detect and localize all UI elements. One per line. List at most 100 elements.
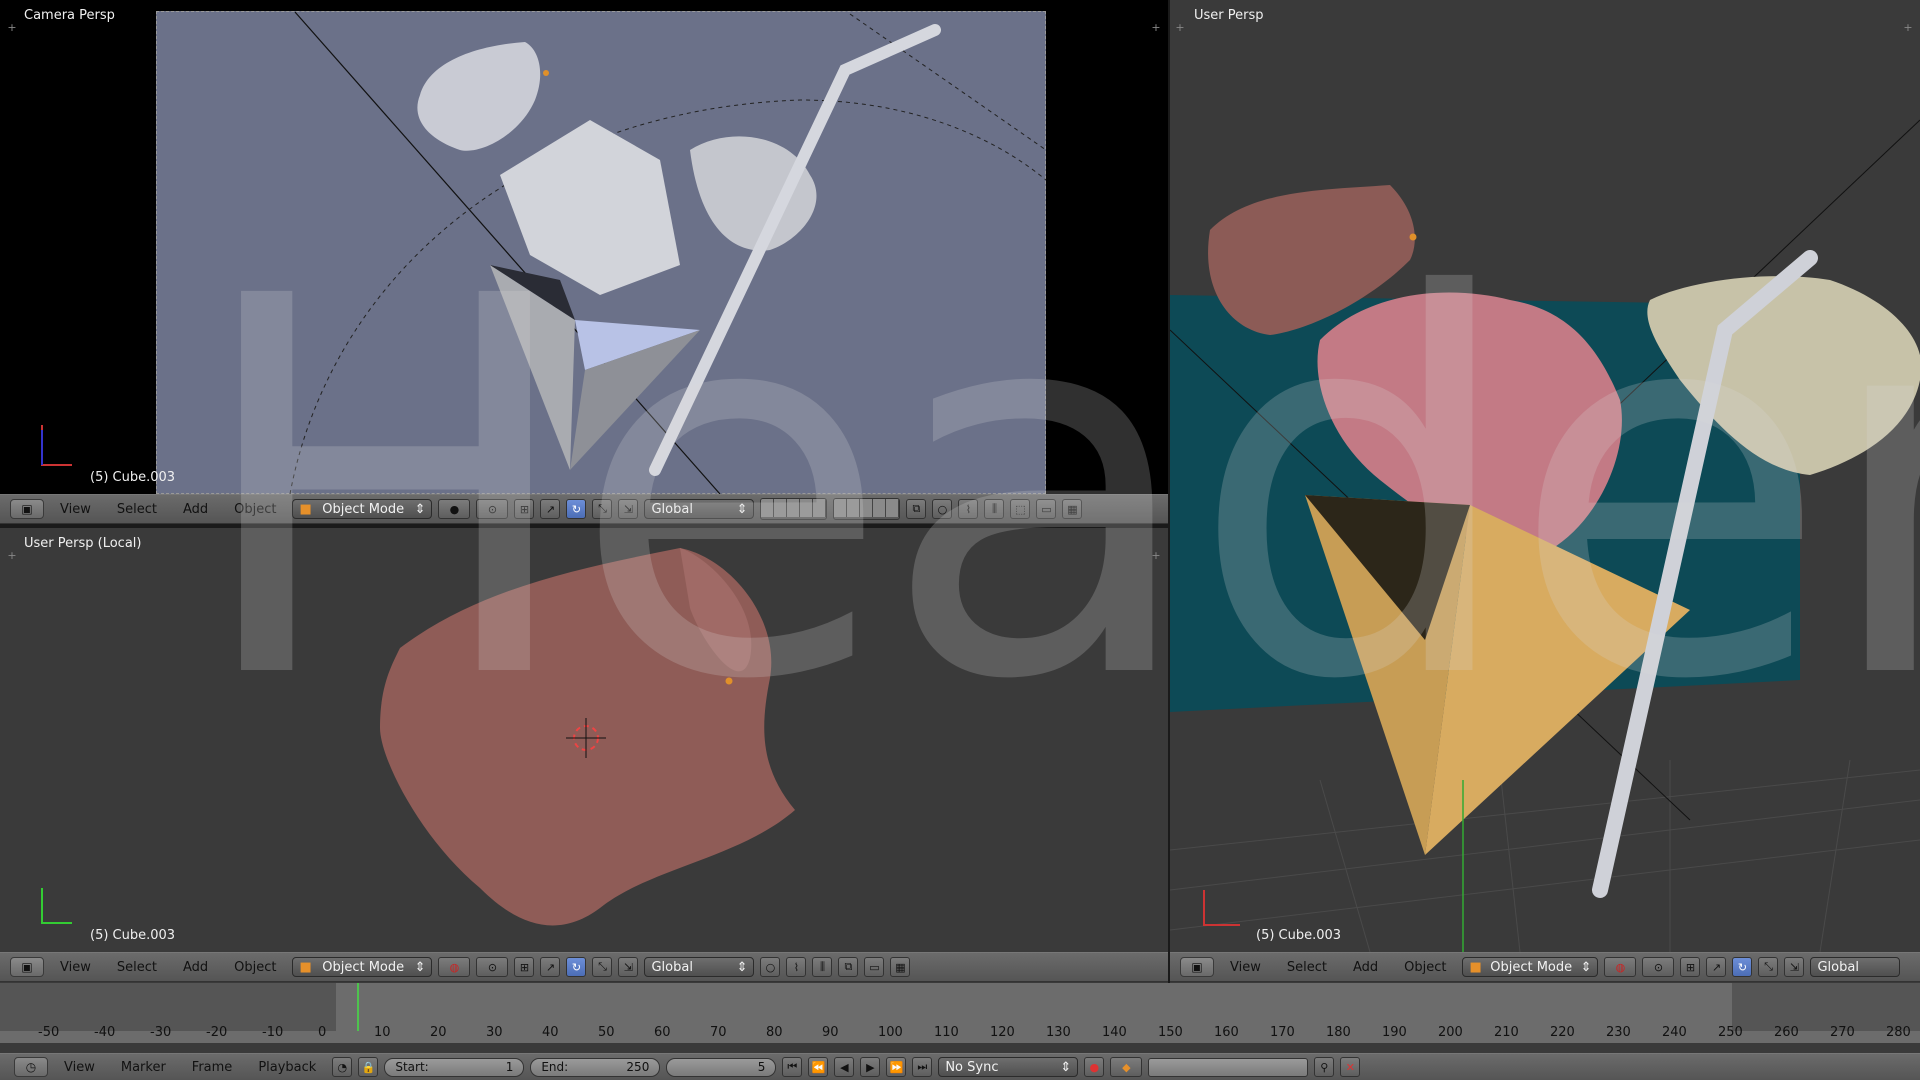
menu-select[interactable]: Select <box>107 502 167 517</box>
move-icon[interactable]: ⇲ <box>1784 957 1805 977</box>
snap-element-icon[interactable]: ⫼ <box>812 957 833 977</box>
corner-plus-icon[interactable]: + <box>1150 550 1162 562</box>
snap-element-icon[interactable]: ⫼ <box>984 499 1005 519</box>
camera-icon[interactable]: ▭ <box>1036 499 1057 519</box>
timeline[interactable]: -50 -40 -30 -20 -10 0 10 20 30 40 50 60 70 80 90 100 110… <box>0 983 1920 1043</box>
corner-plus-icon[interactable]: + <box>1174 22 1186 34</box>
orientation-dropdown[interactable]: Global ⇕ <box>644 957 755 977</box>
camera-viewport[interactable]: Camera Persp (5) Cube.003 + + <box>0 0 1168 494</box>
start-frame-field[interactable]: Start: 1 <box>384 1057 525 1077</box>
record-icon[interactable]: ● <box>1084 1057 1105 1077</box>
next-keyframe-icon[interactable]: ⏩ <box>886 1057 907 1077</box>
end-frame-field[interactable]: End: 250 <box>530 1057 661 1077</box>
pivot-dropdown[interactable]: ⊙ <box>476 957 509 977</box>
rotate-icon[interactable]: ↻ <box>1732 957 1753 977</box>
scale-icon[interactable]: ⤡ <box>1758 957 1779 977</box>
proportional-edit-icon[interactable]: ○ <box>932 499 953 519</box>
pivot-dropdown[interactable]: ⊙ <box>1642 957 1675 977</box>
keying-set-icon[interactable]: ◆ <box>1110 1057 1143 1077</box>
menu-marker[interactable]: Marker <box>111 1060 176 1075</box>
timeline-tick-label: 180 <box>1326 1025 1351 1040</box>
timeline-tick-label: 0 <box>318 1025 327 1040</box>
timeline-tick-label: 160 <box>1214 1025 1239 1040</box>
layer-buttons[interactable] <box>760 498 828 520</box>
mode-dropdown[interactable]: ■ Object Mode ⇕ <box>292 499 433 519</box>
render-icon[interactable]: ⬚ <box>1010 499 1031 519</box>
play-reverse-icon[interactable]: ◀ <box>834 1057 855 1077</box>
corner-plus-icon[interactable]: + <box>1150 22 1162 34</box>
layer-buttons[interactable] <box>833 498 901 520</box>
jump-start-icon[interactable]: ⏮ <box>782 1057 803 1077</box>
translate-icon[interactable]: ↗ <box>540 499 561 519</box>
play-icon[interactable]: ▶ <box>860 1057 881 1077</box>
current-frame-field[interactable]: 5 <box>666 1057 777 1077</box>
delete-keyframe-icon[interactable]: ✕ <box>1340 1057 1361 1077</box>
insert-keyframe-icon[interactable]: ⚲ <box>1314 1057 1335 1077</box>
sync-dropdown[interactable]: No Sync ⇕ <box>938 1057 1079 1077</box>
editor-type-button[interactable]: ▣ <box>1180 957 1214 977</box>
clock-icon[interactable]: ◔ <box>332 1057 353 1077</box>
scale-icon[interactable]: ⤡ <box>592 957 613 977</box>
snap-icon[interactable]: ⌇ <box>958 499 979 519</box>
active-object-label: (5) Cube.003 <box>1256 928 1342 943</box>
jump-end-icon[interactable]: ⏭ <box>912 1057 933 1077</box>
menu-add[interactable]: Add <box>1343 960 1388 975</box>
camera-icon[interactable]: ▭ <box>864 957 885 977</box>
translate-icon[interactable]: ↗ <box>1706 957 1727 977</box>
shading-dropdown[interactable]: ◍ <box>438 957 471 977</box>
area-splitter[interactable] <box>0 524 1168 528</box>
menu-view[interactable]: View <box>1220 960 1271 975</box>
scale-icon[interactable]: ⤡ <box>592 499 613 519</box>
prev-keyframe-icon[interactable]: ⏪ <box>808 1057 829 1077</box>
mode-dropdown[interactable]: ■ Object Mode ⇕ <box>292 957 433 977</box>
keying-set-field[interactable] <box>1148 1057 1309 1077</box>
clapper-icon[interactable]: ▦ <box>890 957 911 977</box>
menu-frame[interactable]: Frame <box>182 1060 243 1075</box>
timeline-tick-label: 240 <box>1662 1025 1687 1040</box>
shading-dropdown[interactable]: ◍ <box>1604 957 1637 977</box>
manipulator-toggle[interactable]: ⊞ <box>514 957 535 977</box>
layer-icon[interactable]: ⧉ <box>906 499 927 519</box>
user-scene <box>1170 119 1920 952</box>
viewport-header: ▣ View Select Add Object ■ Object Mode ⇕… <box>0 952 1168 982</box>
move-icon[interactable]: ⇲ <box>618 499 639 519</box>
menu-view[interactable]: View <box>54 1060 105 1075</box>
user-viewport[interactable]: User Persp (5) Cube.003 + + <box>1170 0 1920 952</box>
manipulator-toggle[interactable]: ⊞ <box>1680 957 1701 977</box>
menu-select[interactable]: Select <box>1277 960 1337 975</box>
editor-type-button[interactable]: ▣ <box>10 499 44 519</box>
rotate-icon[interactable]: ↻ <box>566 957 587 977</box>
editor-type-button[interactable]: ◷ <box>14 1057 48 1077</box>
proportional-edit-icon[interactable]: ○ <box>760 957 781 977</box>
shading-dropdown[interactable]: ● <box>438 499 471 519</box>
orientation-dropdown[interactable]: Global <box>1810 957 1901 977</box>
manipulator-toggle[interactable]: ⊞ <box>514 499 535 519</box>
menu-add[interactable]: Add <box>173 960 218 975</box>
editor-type-button[interactable]: ▣ <box>10 957 44 977</box>
mode-dropdown[interactable]: ■ Object Mode ⇕ <box>1462 957 1599 977</box>
current-frame-line[interactable] <box>357 983 359 1031</box>
layer-icon[interactable]: ⧉ <box>838 957 859 977</box>
cube-icon: ■ <box>1469 959 1482 975</box>
area-splitter[interactable] <box>1168 0 1170 983</box>
local-viewport[interactable]: User Persp (Local) (5) Cube.003 + + <box>0 528 1168 952</box>
lock-icon[interactable]: 🔒 <box>358 1057 379 1077</box>
rotate-icon[interactable]: ↻ <box>566 499 587 519</box>
menu-view[interactable]: View <box>50 502 101 517</box>
snap-icon[interactable]: ⌇ <box>786 957 807 977</box>
corner-plus-icon[interactable]: + <box>6 550 18 562</box>
pivot-dropdown[interactable]: ⊙ <box>476 499 509 519</box>
menu-view[interactable]: View <box>50 960 101 975</box>
menu-playback[interactable]: Playback <box>248 1060 326 1075</box>
clapper-icon[interactable]: ▦ <box>1062 499 1083 519</box>
menu-object[interactable]: Object <box>1394 960 1456 975</box>
menu-object[interactable]: Object <box>224 960 286 975</box>
orientation-dropdown[interactable]: Global ⇕ <box>644 499 755 519</box>
menu-object[interactable]: Object <box>224 502 286 517</box>
corner-plus-icon[interactable]: + <box>6 22 18 34</box>
move-icon[interactable]: ⇲ <box>618 957 639 977</box>
corner-plus-icon[interactable]: + <box>1902 22 1914 34</box>
menu-add[interactable]: Add <box>173 502 218 517</box>
translate-icon[interactable]: ↗ <box>540 957 561 977</box>
menu-select[interactable]: Select <box>107 960 167 975</box>
